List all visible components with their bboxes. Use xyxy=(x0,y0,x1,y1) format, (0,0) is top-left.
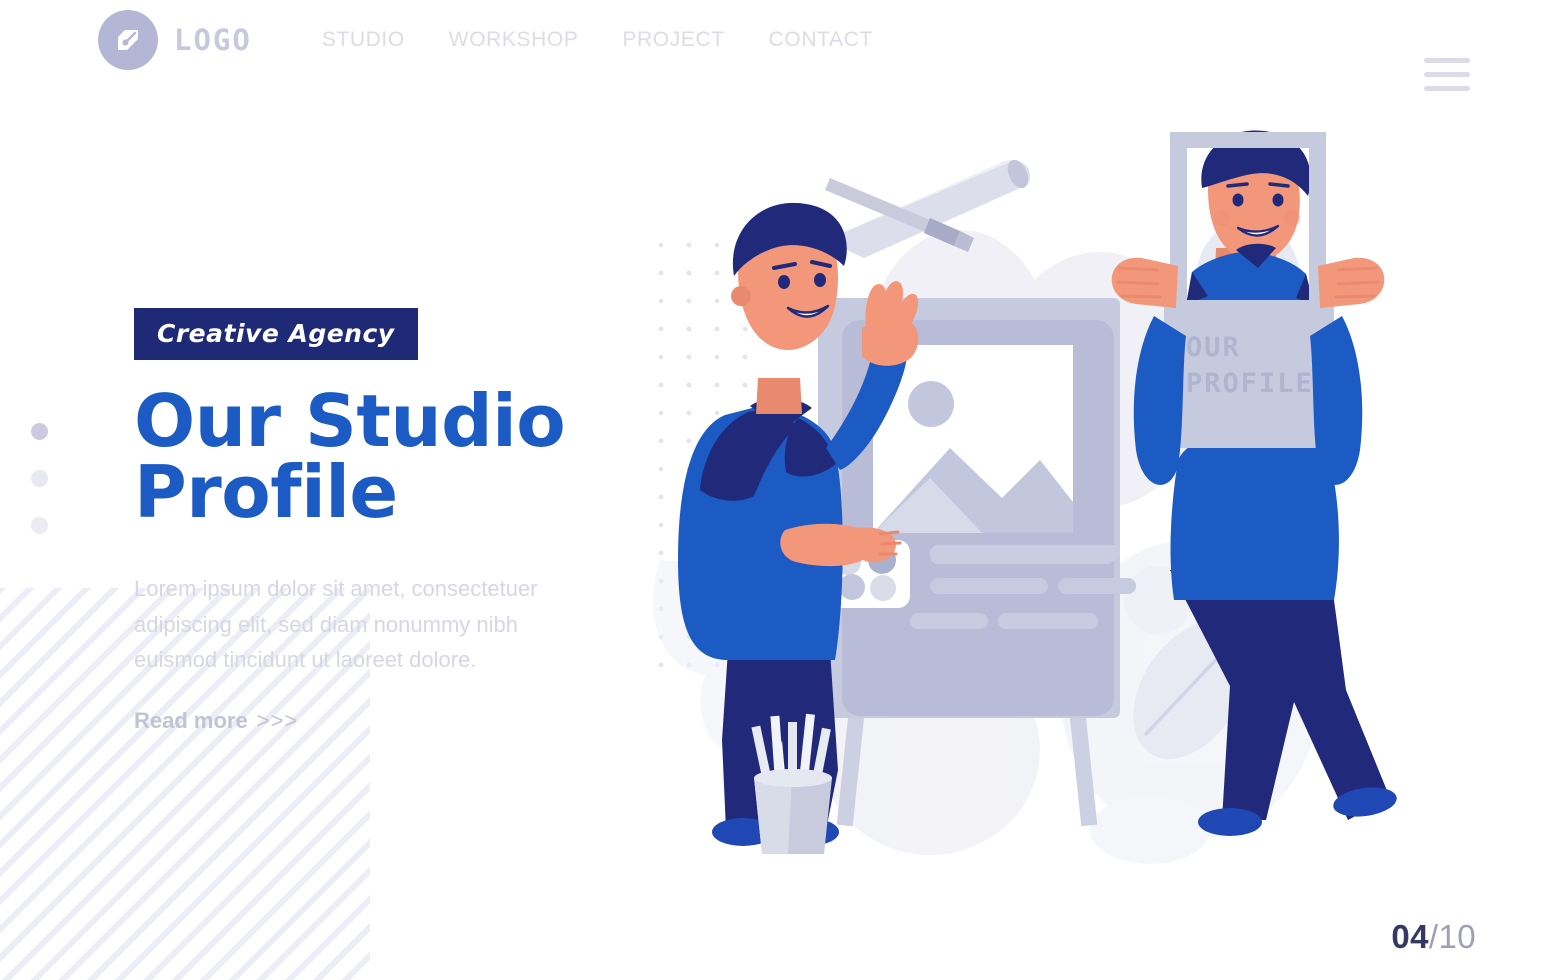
hand-right xyxy=(1318,257,1385,308)
brand-logo[interactable]: LOGO xyxy=(98,10,252,70)
nav-item-workshop[interactable]: WORKSHOP xyxy=(449,28,579,52)
hamburger-line xyxy=(1424,72,1470,77)
hero-description: Lorem ipsum dolor sit amet, consectetuer… xyxy=(134,576,538,673)
main-navigation: STUDIO WORKSHOP PROJECT CONTACT xyxy=(322,28,873,52)
shoe-left xyxy=(1198,808,1262,836)
eye xyxy=(778,275,790,289)
pagination-total: 10 xyxy=(1438,918,1476,955)
hamburger-line xyxy=(1424,86,1470,91)
eye xyxy=(814,273,826,287)
pagination-current: 04 xyxy=(1391,918,1429,955)
slide-pagination: 04/10 xyxy=(1391,918,1476,956)
slide-dot-3[interactable] xyxy=(31,517,48,534)
pen-nib-icon xyxy=(98,10,158,70)
creative-agency-badge: Creative Agency xyxy=(134,308,418,360)
placard-line-1: OUR xyxy=(1186,332,1241,363)
eye xyxy=(1272,193,1284,207)
read-more-label: Read more xyxy=(134,707,248,733)
chevron-right-icon: >>> xyxy=(256,707,299,733)
landing-page: LOGO STUDIO WORKSHOP PROJECT CONTACT Cre… xyxy=(0,0,1568,980)
nav-item-studio[interactable]: STUDIO xyxy=(322,28,405,52)
logo-text: LOGO xyxy=(174,23,252,57)
slide-indicator-dots xyxy=(31,423,48,534)
slide-dot-1[interactable] xyxy=(31,423,48,440)
hero-illustration: OUR PROFILE xyxy=(630,130,1450,870)
placard-line-2: PROFILE xyxy=(1186,368,1314,399)
slide-dot-2[interactable] xyxy=(31,470,48,487)
hamburger-menu-icon[interactable] xyxy=(1424,58,1470,91)
eye xyxy=(1232,193,1244,207)
headline-line-2: Profile xyxy=(134,449,398,534)
page-title: Our Studio Profile xyxy=(134,379,654,534)
read-more-link[interactable]: Read more >>> xyxy=(134,708,298,734)
headline-line-1: Our Studio xyxy=(134,379,566,463)
hero-content: Creative Agency Our Studio Profile Lorem… xyxy=(134,308,654,734)
nav-item-project[interactable]: PROJECT xyxy=(622,28,724,52)
hamburger-line xyxy=(1424,58,1470,63)
profile-placard: OUR PROFILE xyxy=(1164,300,1334,448)
nav-item-contact[interactable]: CONTACT xyxy=(769,28,873,52)
easel-board xyxy=(818,298,1136,718)
